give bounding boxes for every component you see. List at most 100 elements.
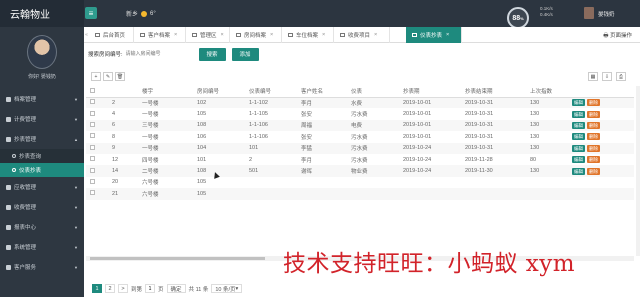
page-size-select[interactable]: 10 条/页 ▾: [211, 284, 243, 293]
scrollbar-thumb[interactable]: [90, 257, 265, 260]
report-icon: [6, 224, 11, 230]
tab-customer-archive[interactable]: 客户档案 ×: [134, 27, 186, 43]
select-all-checkbox[interactable]: [86, 86, 108, 98]
monitor-icon: [95, 33, 100, 37]
sidebar-item-billing[interactable]: 计费管理 ▼: [0, 109, 84, 129]
meter-icon: [6, 136, 11, 142]
search-label: 搜索房间编号:: [88, 52, 123, 58]
delete-button[interactable]: 删除: [587, 144, 600, 152]
sidebar-item-charges[interactable]: 收费管理 ▼: [0, 197, 84, 217]
row-checkbox[interactable]: [86, 97, 108, 109]
delete-button[interactable]: 删除: [587, 110, 600, 118]
edit-button[interactable]: 编辑: [572, 110, 585, 118]
tab-fee-items[interactable]: 收费项目 ×: [334, 27, 390, 43]
car-icon: [412, 33, 417, 37]
edit-button[interactable]: 编辑: [572, 121, 585, 129]
chevron-down-icon: ▼: [74, 245, 78, 250]
delete-button[interactable]: 删除: [587, 99, 600, 107]
row-checkbox[interactable]: [86, 165, 108, 177]
sidebar-item-meter[interactable]: 抄表管理 ▲: [0, 129, 84, 149]
page-2-button[interactable]: 2: [105, 284, 115, 293]
col-customer[interactable]: 客户姓名: [297, 86, 347, 98]
tab-parking-archive[interactable]: 车位档案 ×: [282, 27, 334, 43]
goto-confirm-button[interactable]: 确定: [166, 284, 186, 293]
col-room-no[interactable]: 房间编号: [193, 86, 245, 98]
vertical-scrollbar[interactable]: [636, 86, 640, 256]
row-checkbox[interactable]: [86, 142, 108, 154]
sidebar-item-reports[interactable]: 报表中心 ▼: [0, 217, 84, 237]
tab-home[interactable]: 后台首页: [89, 27, 134, 43]
gear-icon: [340, 33, 345, 37]
tab-meter-reading[interactable]: 仪表抄表 ×: [406, 27, 462, 43]
edit-button[interactable]: 编辑: [572, 99, 585, 107]
sidebar-item-system[interactable]: 系统管理 ▼: [0, 237, 84, 257]
close-icon[interactable]: ×: [446, 32, 449, 38]
gauge-unit: %: [520, 15, 524, 21]
row-checkbox[interactable]: [86, 131, 108, 142]
col-start[interactable]: 抄表期: [399, 86, 461, 98]
close-icon[interactable]: ×: [322, 32, 325, 38]
close-icon[interactable]: ×: [270, 32, 273, 38]
sidebar-item-meter-query[interactable]: 抄表查询: [0, 149, 84, 163]
sidebar-item-meter-reading[interactable]: 仪表抄表: [0, 163, 84, 177]
trash-icon[interactable]: 🗑: [115, 72, 125, 81]
delete-button[interactable]: 删除: [587, 133, 600, 141]
goto-page-input[interactable]: [145, 284, 156, 293]
weather-city: 新乡: [126, 12, 139, 18]
service-icon: [6, 264, 11, 270]
col-last-index[interactable]: 上次指数: [526, 86, 568, 98]
col-meter[interactable]: 仪表: [347, 86, 399, 98]
row-checkbox[interactable]: [86, 177, 108, 188]
print-icon[interactable]: ⎙: [616, 72, 626, 81]
user-name-top[interactable]: 晏钱奶: [598, 10, 615, 18]
plus-icon[interactable]: +: [91, 72, 101, 81]
search-input[interactable]: [122, 49, 193, 59]
table-row: 12 四号楼 101 2 李月 污水费 2019-10-24 2019-11-28 80 编辑删…: [86, 154, 634, 165]
user-avatar-small[interactable]: [584, 7, 594, 19]
chevron-up-icon: ▲: [74, 137, 78, 142]
close-icon[interactable]: ×: [374, 32, 377, 38]
total-count: 共 11 条: [188, 286, 209, 293]
delete-button[interactable]: 删除: [587, 156, 600, 164]
chevron-down-icon: ▼: [74, 97, 78, 102]
sidebar-item-service[interactable]: 客户服务 ▼: [0, 257, 84, 277]
menu-toggle-icon[interactable]: ≡: [85, 7, 97, 19]
receivable-icon: [6, 184, 11, 190]
add-button[interactable]: 添加: [231, 47, 259, 61]
columns-icon[interactable]: ▦: [588, 72, 598, 81]
edit-button[interactable]: 编辑: [572, 156, 585, 164]
welcome-text: 你好! 晏钱奶: [28, 74, 56, 80]
edit-icon[interactable]: ✎: [103, 72, 113, 81]
edit-button[interactable]: 编辑: [572, 133, 585, 141]
page-1-button[interactable]: 1: [92, 284, 102, 293]
edit-button[interactable]: 编辑: [572, 144, 585, 152]
row-checkbox[interactable]: [86, 154, 108, 165]
table-header: 楼宇 房间编号 仪表编号 客户姓名 仪表 抄表期 抄表结束期 上次指数: [86, 86, 634, 98]
col-building[interactable]: 楼宇: [138, 86, 193, 98]
next-page-button[interactable]: >: [118, 284, 128, 293]
sidebar-item-receivables[interactable]: 应收管理 ▼: [0, 177, 84, 197]
col-meter-no[interactable]: 仪表编号: [245, 86, 297, 98]
sidebar-item-archives[interactable]: 档案管理 ▼: [0, 89, 84, 109]
row-checkbox[interactable]: [86, 108, 108, 119]
circle-icon: [12, 168, 16, 172]
row-checkbox[interactable]: [86, 188, 108, 200]
delete-button[interactable]: 删除: [587, 167, 600, 175]
export-icon[interactable]: ⇩: [602, 72, 612, 81]
search-button[interactable]: 搜索: [198, 47, 226, 61]
page-operations-button[interactable]: 🖶 页面操作: [603, 31, 632, 41]
tab-management-area[interactable]: 管理区 ×: [186, 27, 230, 43]
table-body: 2 一号楼 102 1-1-102 李月 水费 2019-10-01 2019-10-31 13…: [86, 97, 634, 200]
delete-button[interactable]: 删除: [587, 121, 600, 129]
close-icon[interactable]: ×: [221, 32, 224, 38]
col-end[interactable]: 抄表结束期: [461, 86, 526, 98]
tab-room-archive[interactable]: 房间档案 ×: [230, 27, 282, 43]
weather-temp: 6°: [150, 10, 156, 17]
chevron-down-icon: ▼: [74, 117, 78, 122]
table-row: 9 一号楼 104 101 李猛 污水费 2019-10-24 2019-10-31 130 编…: [86, 142, 634, 154]
row-checkbox[interactable]: [86, 119, 108, 132]
app-logo: 云翰物业: [0, 0, 84, 27]
edit-button[interactable]: 编辑: [572, 167, 585, 175]
close-icon[interactable]: ×: [174, 32, 177, 38]
gauge-value: 88: [512, 14, 521, 22]
